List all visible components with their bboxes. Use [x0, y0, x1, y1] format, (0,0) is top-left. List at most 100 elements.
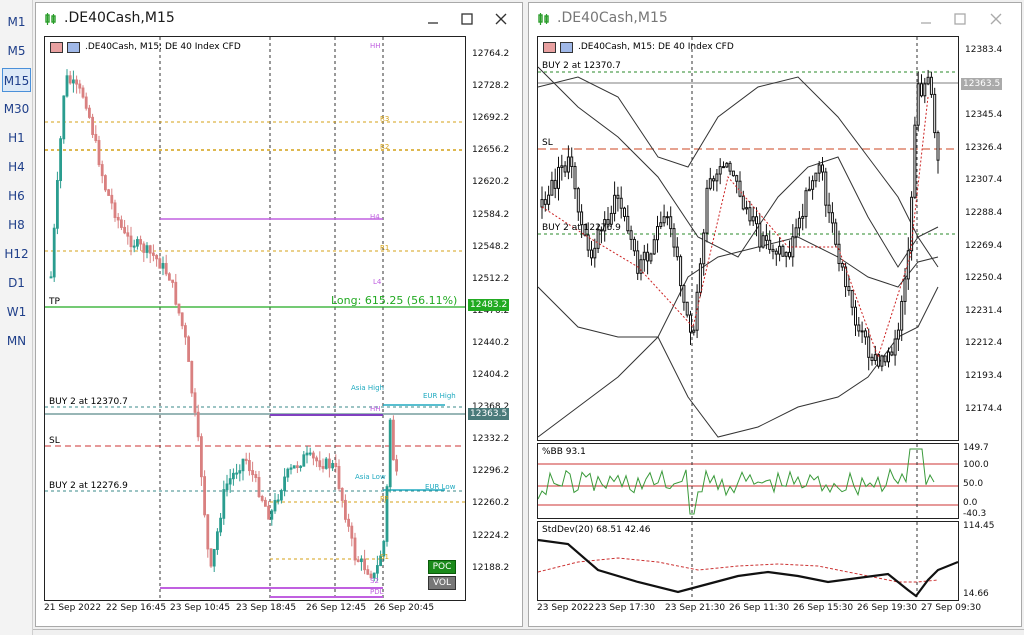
- price-axis[interactable]: 12383.412364.512345.412326.412307.412288…: [959, 36, 1021, 441]
- candle-body: [863, 330, 867, 338]
- candle-body: [75, 79, 79, 85]
- candle-body: [360, 558, 363, 563]
- price-tick: 12332.2: [472, 434, 510, 445]
- chart-properties-icon[interactable]: [67, 42, 80, 53]
- chart-window-right[interactable]: .DE40Cash,M15 .DE40Cash, M15: DE 40 Inde…: [528, 2, 1022, 627]
- time-axis[interactable]: 23 Sep 2022 23 Sep 17:30 23 Sep 21:30 26 Se…: [537, 601, 981, 617]
- timeframe-m15-button[interactable]: M15: [2, 68, 31, 92]
- candle-body: [244, 458, 248, 462]
- time-tick: 26 Sep 15:30: [793, 603, 854, 613]
- candle-body: [834, 222, 838, 245]
- candle-body: [113, 202, 117, 218]
- candle-body: [788, 251, 791, 258]
- maximize-icon[interactable]: [949, 9, 971, 29]
- poc-button[interactable]: POC: [428, 560, 456, 574]
- buy-order-2-label: BUY 2 at 12276.9: [49, 481, 128, 491]
- chart-header: .DE40Cash, M15: DE 40 Index CFD: [85, 42, 241, 52]
- long-position-label: Long: 615.25 (56.11%): [331, 294, 458, 307]
- candle-body: [388, 419, 392, 488]
- timeframe-w1-button[interactable]: W1: [2, 300, 31, 324]
- timeframe-h6-button[interactable]: H6: [2, 184, 31, 208]
- vol-button[interactable]: VOL: [428, 576, 456, 590]
- candle-body: [366, 569, 370, 575]
- candle-body: [646, 251, 650, 262]
- candle-body: [814, 172, 818, 182]
- candle-body: [193, 392, 197, 413]
- candle-body: [682, 285, 686, 303]
- pivot-h4-label: H4: [370, 213, 380, 221]
- candle-body: [283, 476, 286, 492]
- candle-body: [629, 230, 633, 240]
- buy-order-1-label: BUY 2 at 12370.7: [49, 397, 128, 407]
- candle-body: [296, 465, 299, 468]
- candle-body: [376, 565, 379, 574]
- bollinger-percent-subwindow[interactable]: %BB 93.1: [537, 443, 959, 519]
- bb-tick: 100.0: [963, 460, 989, 470]
- price-chart[interactable]: .DE40Cash, M15: DE 40 Index CFD TP Long:…: [44, 36, 466, 601]
- price-axis[interactable]: 12764.2 12728.2 12692.2 12656.2 12620.2 12584…: [466, 36, 522, 601]
- minimize-icon[interactable]: [422, 9, 444, 29]
- candle-body: [560, 165, 564, 168]
- candle-body: [685, 301, 689, 316]
- candle-body: [257, 477, 261, 497]
- timeframe-h8-button[interactable]: H8: [2, 213, 31, 237]
- maximize-icon[interactable]: [456, 9, 478, 29]
- candle-body: [669, 216, 673, 230]
- candle-body: [821, 164, 824, 173]
- pivot-r1-label: R1: [380, 244, 390, 252]
- time-axis[interactable]: 21 Sep 2022 22 Sep 16:45 23 Sep 10:45 23 Se…: [44, 601, 466, 617]
- close-icon[interactable]: [985, 9, 1007, 29]
- candle-body: [801, 215, 805, 219]
- candle-body: [920, 83, 923, 97]
- candle-body: [764, 235, 768, 241]
- candle-body: [755, 216, 758, 225]
- timeframe-m5-button[interactable]: M5: [2, 39, 31, 63]
- price-tick: 12404.2: [472, 370, 510, 380]
- buy-order-1-label: BUY 2 at 12370.7: [542, 61, 621, 71]
- candle-body: [827, 204, 831, 214]
- candle-body: [659, 222, 663, 228]
- timeframe-mn-button[interactable]: MN: [2, 329, 31, 353]
- candle-body: [771, 248, 775, 252]
- close-icon[interactable]: [490, 9, 512, 29]
- pivot-r2-label: R2: [380, 143, 390, 151]
- chart-properties-icon[interactable]: [560, 42, 573, 53]
- chart-trade-icon[interactable]: [543, 42, 556, 53]
- candle-body: [807, 188, 811, 192]
- candle-body: [870, 356, 874, 361]
- chart-trade-icon[interactable]: [50, 42, 63, 53]
- timeframe-m1-button[interactable]: M1: [2, 10, 31, 34]
- candle-body: [553, 179, 557, 189]
- candle-body: [136, 239, 139, 247]
- price-tick: 12326.4: [965, 142, 1003, 153]
- timeframe-m30-button[interactable]: M30: [2, 97, 31, 121]
- window-titlebar[interactable]: .DE40Cash,M15: [36, 3, 522, 35]
- candle-body: [745, 207, 749, 210]
- candle-body: [248, 460, 251, 472]
- candle-body: [129, 235, 133, 248]
- price-chart[interactable]: .DE40Cash, M15: DE 40 Index CFD BUY 2 at…: [537, 36, 959, 441]
- candle-body: [164, 263, 168, 275]
- candle-body: [315, 457, 319, 462]
- candle-body: [209, 548, 213, 567]
- price-tick: 12620.2: [472, 177, 510, 188]
- minimize-icon[interactable]: [915, 9, 937, 29]
- candle-body: [774, 250, 778, 255]
- candlestick-series: [45, 37, 465, 600]
- timeframe-h12-button[interactable]: H12: [2, 242, 31, 266]
- pivot-s1-label: S1: [380, 553, 389, 561]
- candle-body: [626, 215, 630, 232]
- buy-order-2-label: BUY 2 at 12276.9: [542, 223, 621, 233]
- window-titlebar[interactable]: .DE40Cash,M15: [529, 3, 1021, 35]
- stddev-subwindow[interactable]: StdDev(20) 68.51 42.46: [537, 521, 959, 601]
- price-tick: 12345.4: [965, 110, 1003, 121]
- candle-body: [132, 245, 136, 248]
- bid-price-marker: 12363.5: [468, 408, 510, 420]
- timeframe-h4-button[interactable]: H4: [2, 155, 31, 179]
- timeframe-d1-button[interactable]: D1: [2, 271, 31, 295]
- chart-window-left[interactable]: .DE40Cash,M15 .DE40Cash, M15: DE 40 Inde…: [35, 2, 523, 627]
- candle-body: [613, 194, 617, 214]
- price-tick: 12383.4: [965, 45, 1003, 55]
- timeframe-h1-button[interactable]: H1: [2, 126, 31, 150]
- time-tick: 23 Sep 18:45: [236, 603, 297, 613]
